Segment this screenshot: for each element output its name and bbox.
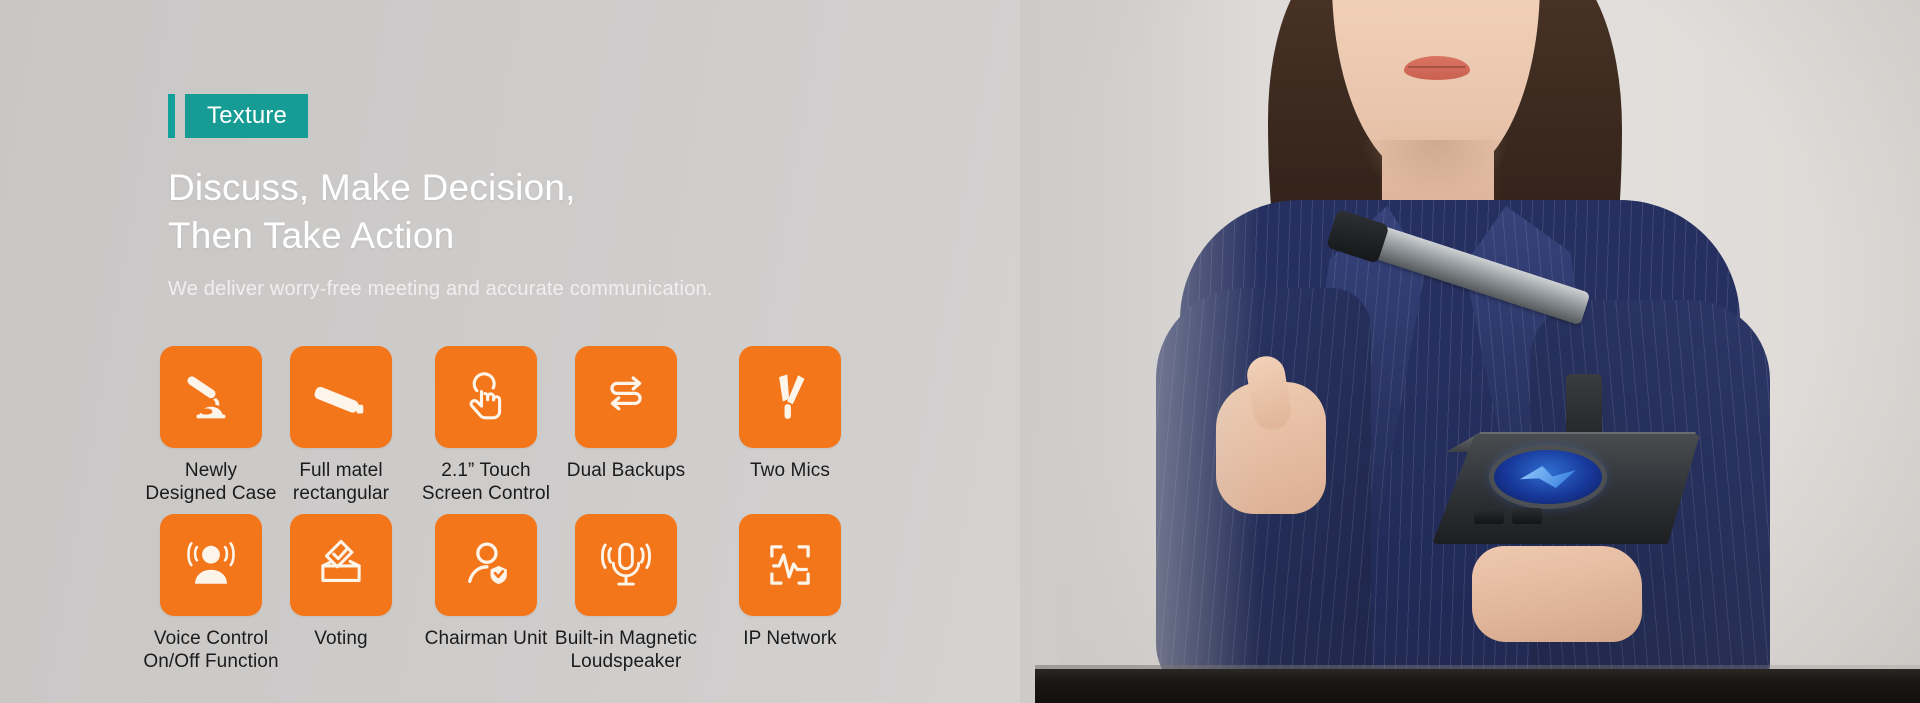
rectangular-bar-icon (290, 346, 392, 448)
banner-stage: Texture Discuss, Make Decision, Then Tak… (0, 0, 1920, 703)
feature-label: Built-in Magnetic Loudspeaker (554, 628, 698, 672)
headline-line-1: Discuss, Make Decision, (168, 167, 576, 208)
product-blue-indicator (1494, 450, 1602, 504)
feature-row-2: Voice Control On/Off Function Voting Cha… (0, 514, 1100, 682)
feature-label: Dual Backups (566, 460, 686, 481)
product-button-right (1512, 508, 1542, 524)
magnetic-loudspeaker-mic-icon (575, 514, 677, 616)
ballot-vote-box-icon (290, 514, 392, 616)
model-hand-right (1472, 546, 1642, 642)
headline-block: Texture Discuss, Make Decision, Then Tak… (168, 94, 713, 301)
texture-badge: Texture (168, 94, 713, 138)
touch-hand-icon (435, 346, 537, 448)
page-title: Discuss, Make Decision, Then Take Action (168, 164, 713, 260)
dual-arrows-backup-icon (575, 346, 677, 448)
badge-label: Texture (185, 94, 309, 138)
model-chin-shadow (1360, 140, 1510, 200)
feature-row-1: Newly Designed Case Full matel rectangul… (0, 346, 1100, 514)
product-button-left (1474, 508, 1504, 524)
feature-label: Two Mics (750, 460, 830, 481)
feature-dual-backups[interactable]: Dual Backups (531, 346, 721, 482)
feature-label: IP Network (743, 628, 837, 649)
floor-dark-strip (1035, 669, 1920, 703)
ip-network-waveform-icon (739, 514, 841, 616)
two-microphones-icon (739, 346, 841, 448)
chairman-person-badge-icon (435, 514, 537, 616)
subtitle: We deliver worry-free meeting and accura… (168, 278, 713, 300)
conference-microphone-product (1318, 206, 1700, 544)
model-lips (1404, 56, 1470, 80)
feature-two-mics[interactable]: Two Mics (695, 346, 885, 482)
badge-accent-bar (168, 94, 175, 138)
feature-built-in-magnetic-loudspeaker[interactable]: Built-in Magnetic Loudspeaker (531, 514, 721, 673)
headline-line-2: Then Take Action (168, 215, 455, 256)
feature-grid: Newly Designed Case Full matel rectangul… (0, 346, 1100, 682)
feature-ip-network[interactable]: IP Network (695, 514, 885, 650)
